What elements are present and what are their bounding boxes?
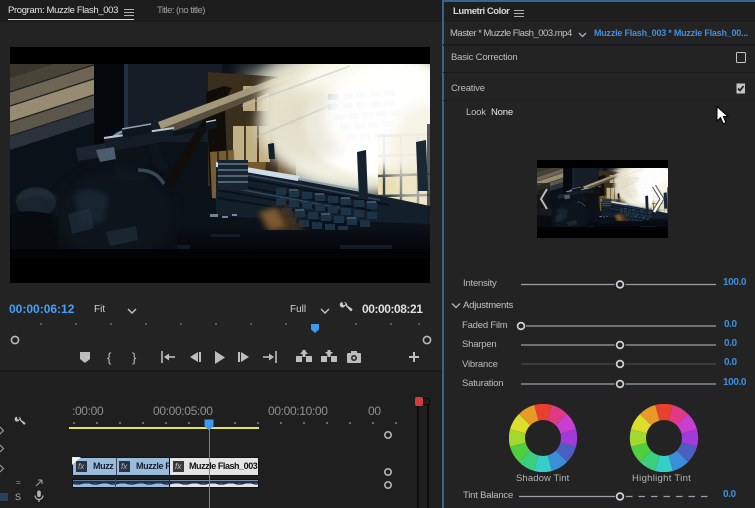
svg-text:{: { [107, 350, 112, 365]
svg-text:}: } [132, 350, 137, 365]
